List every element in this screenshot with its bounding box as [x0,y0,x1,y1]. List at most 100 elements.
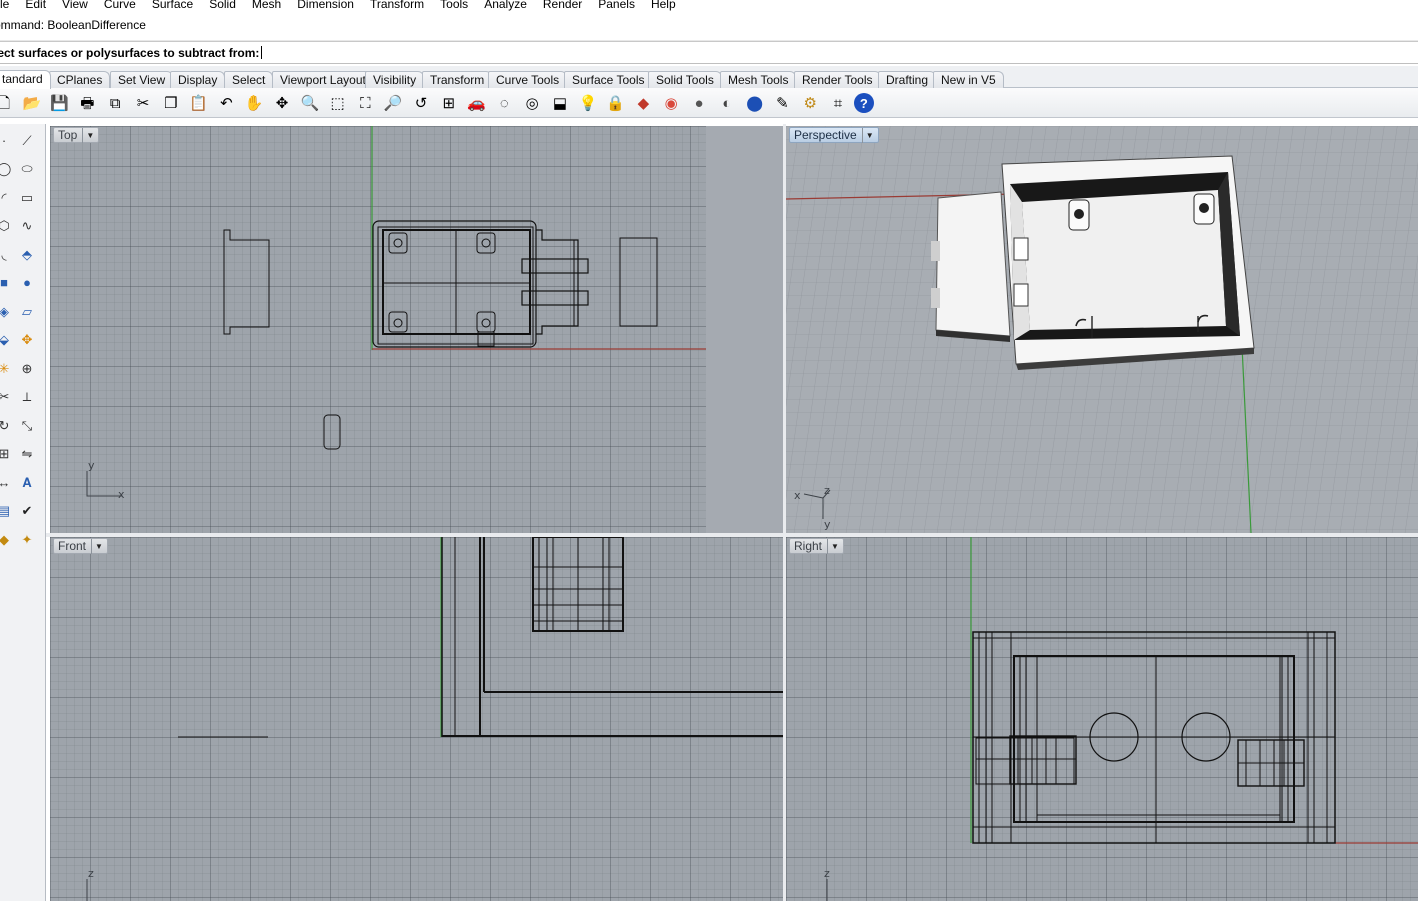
zoom-dynamic-icon[interactable]: 🔍 [298,91,322,115]
check-icon[interactable]: ✔ [17,501,37,521]
paint-icon[interactable]: ◆ [0,529,14,549]
tab-set-view[interactable]: Set View [110,71,174,88]
polygon-icon[interactable]: ⬡ [0,216,14,236]
tab-display[interactable]: Display [170,71,226,88]
move-icon[interactable]: ✥ [17,330,37,350]
box-icon[interactable]: ■ [0,273,14,293]
viewport-title-top[interactable]: Top ▼ [53,127,100,143]
circle-icon[interactable]: ◯ [0,159,14,179]
sphere-icon[interactable]: ● [17,273,37,293]
tab-curve-tools[interactable]: Curve Tools [488,71,568,88]
scale-icon[interactable]: ⤡ [17,415,37,435]
boolean-icon[interactable]: ⬙ [0,330,14,350]
lock-icon[interactable]: 🔒 [604,91,628,115]
menu-item-le[interactable]: le [0,0,17,11]
print-icon[interactable]: 🖶 [75,91,99,115]
tab-visibility[interactable]: Visibility [365,71,425,88]
curve-icon[interactable]: ∿ [17,216,37,236]
show-icon[interactable]: ◎ [520,91,544,115]
car-object-icon[interactable]: 🚗 [465,91,489,115]
shaded-sphere-icon[interactable]: ◐ [715,91,739,115]
zoom-selected-icon[interactable]: 🔎 [381,91,405,115]
tab-tandard[interactable]: tandard [0,70,51,89]
polyline-icon[interactable]: ⟋ [17,130,37,150]
viewport-perspective[interactable]: Perspective ▼ x z y [786,126,1418,533]
copy-icon[interactable]: ❐ [159,91,183,115]
array-icon[interactable]: ⊞ [0,444,14,464]
tab-solid-tools[interactable]: Solid Tools [648,71,722,88]
help-icon[interactable]: ? [853,93,874,113]
tab-new-in-v5[interactable]: New in V5 [933,71,1004,88]
trim-icon[interactable]: ✂ [0,387,14,407]
menu-item-panels[interactable]: Panels [590,0,643,11]
cut-icon[interactable]: ✂ [131,91,155,115]
menu-item-curve[interactable]: Curve [96,0,144,11]
menu-item-mesh[interactable]: Mesh [244,0,289,11]
tab-transform[interactable]: Transform [422,71,493,88]
open-folder-icon[interactable]: 📂 [20,91,44,115]
chevron-down-icon[interactable]: ▼ [91,538,103,554]
gear-icon[interactable]: ⚙ [798,91,822,115]
menu-item-surface[interactable]: Surface [144,0,201,11]
pan-hand-icon[interactable]: ✋ [242,91,266,115]
analyze-icon[interactable]: ▤ [0,501,14,521]
hide-icon[interactable]: ◌ [492,91,516,115]
explode-icon[interactable]: ✳ [0,358,14,378]
extrude-icon[interactable]: ⬘ [17,244,37,264]
chevron-down-icon[interactable]: ▼ [861,127,874,143]
import-icon[interactable]: ⧉ [103,91,127,115]
command-line[interactable]: lect surfaces or polysurfaces to subtrac… [0,44,1418,64]
chevron-down-icon[interactable]: ▼ [827,538,839,554]
tab-render-tools[interactable]: Render Tools [794,71,881,88]
undo-view-icon[interactable]: ↺ [409,91,433,115]
menu-item-tools[interactable]: Tools [432,0,476,11]
menu-item-dimension[interactable]: Dimension [289,0,362,11]
light-icon[interactable]: ✦ [17,529,37,549]
viewport-top[interactable]: Top ▼ y x [50,126,783,533]
rotate-icon[interactable]: ↻ [0,415,14,435]
blue-sphere-icon[interactable]: ⬤ [743,91,767,115]
plane-icon[interactable]: ▱ [17,301,37,321]
menu-item-render[interactable]: Render [535,0,590,11]
viewport-title-front[interactable]: Front ▼ [53,538,108,554]
zoom-window-icon[interactable]: ⬚ [326,91,350,115]
select-icon[interactable]: ⬓ [548,91,572,115]
join-icon[interactable]: ⊕ [17,358,37,378]
text-icon[interactable]: 𝐀 [17,472,37,492]
tab-mesh-tools[interactable]: Mesh Tools [720,71,797,88]
surface-icon[interactable]: ◈ [0,301,14,321]
dimension-icon[interactable]: ↔ [0,472,14,492]
rectangle-icon[interactable]: ▭ [17,187,37,207]
layers-icon[interactable]: ◆ [631,91,655,115]
zoom-extents-icon[interactable]: ⛶ [353,91,377,115]
new-file-icon[interactable]: 🗋 [0,91,16,115]
menu-item-transform[interactable]: Transform [362,0,432,11]
viewport-title-right[interactable]: Right ▼ [789,538,844,554]
menu-item-edit[interactable]: Edit [17,0,54,11]
point-icon[interactable]: · [0,130,14,150]
arc-icon[interactable]: ◜ [0,187,14,207]
ellipse-icon[interactable]: ⬭ [17,159,37,179]
four-viewports-icon[interactable]: ⊞ [437,91,461,115]
light-bulb-icon[interactable]: 💡 [576,91,600,115]
paste-icon[interactable]: 📋 [187,91,211,115]
options-pen-icon[interactable]: ✎ [770,91,794,115]
split-icon[interactable]: ⟂ [17,387,37,407]
chevron-down-icon[interactable]: ▼ [82,127,94,143]
menu-item-analyze[interactable]: Analyze [476,0,535,11]
viewport-front[interactable]: Front ▼ z [50,537,783,901]
undo-icon[interactable]: ↶ [214,91,238,115]
menu-item-solid[interactable]: Solid [201,0,244,11]
menu-item-view[interactable]: View [54,0,96,11]
fillet-icon[interactable]: ◟ [0,244,14,264]
viewport-right[interactable]: Right ▼ z [786,537,1418,901]
mirror-icon[interactable]: ⇋ [17,444,37,464]
tab-drafting[interactable]: Drafting [878,71,937,88]
viewport-title-perspective[interactable]: Perspective ▼ [789,127,879,143]
tab-cplanes[interactable]: CPlanes [49,71,111,88]
tab-viewport-layout[interactable]: Viewport Layout [272,71,374,88]
tab-select[interactable]: Select [224,71,274,88]
save-icon[interactable]: 💾 [48,91,72,115]
color-wheel-icon[interactable]: ◉ [659,91,683,115]
grid-snap-icon[interactable]: ⌗ [826,91,850,115]
